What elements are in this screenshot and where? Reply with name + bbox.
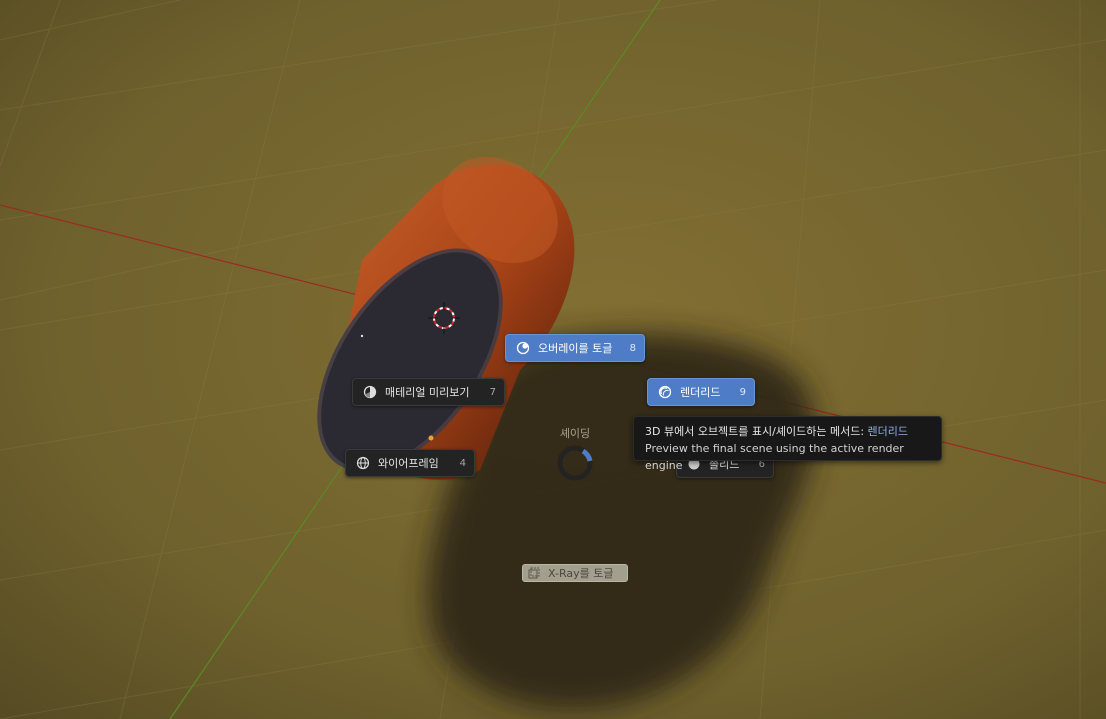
object-origin-dot [428,435,434,441]
wireframe-icon [356,456,370,470]
overlay-toggle-label: 오버레이를 토글 [538,342,613,355]
wireframe-label: 와이어프레임 [378,457,439,470]
tooltip-current-value: 렌더리드 [867,425,909,438]
xray-toggle-button[interactable]: X-Ray를 토글 [522,564,628,582]
xray-icon [528,567,540,579]
tooltip-description: 3D 뷰에서 오브젝트를 표시/셰이드하는 메서드: [645,425,868,438]
material-preview-label: 매테리얼 미리보기 [385,386,470,399]
rendered-button[interactable]: 렌더리드 9 [647,378,755,406]
pie-menu-title: 셰이딩 [559,427,591,440]
rendered-icon [658,385,672,399]
tooltip-line-2: Preview the final scene using the active… [645,442,904,472]
overlay-toggle-button[interactable]: 오버레이를 토글 8 [505,334,645,362]
material-preview-button[interactable]: 매테리얼 미리보기 7 [352,378,505,406]
material-preview-shortcut: 7 [489,386,496,398]
wireframe-button[interactable]: 와이어프레임 4 [345,449,475,477]
wireframe-shortcut: 4 [459,457,466,469]
xray-toggle-label: X-Ray를 토글 [548,567,614,580]
rendered-label: 렌더리드 [680,386,721,399]
overlay-toggle-shortcut: 8 [629,342,636,354]
rendered-shortcut: 9 [739,386,746,398]
shading-tooltip: 3D 뷰에서 오브젝트를 표시/셰이드하는 메서드: 렌더리드 Preview … [633,416,942,472]
vertex-dot [360,334,364,338]
overlay-icon [516,341,530,355]
material-preview-icon [363,385,377,399]
tooltip-line-1: 3D 뷰에서 오브젝트를 표시/셰이드하는 메서드: 렌더리드 [645,423,941,440]
